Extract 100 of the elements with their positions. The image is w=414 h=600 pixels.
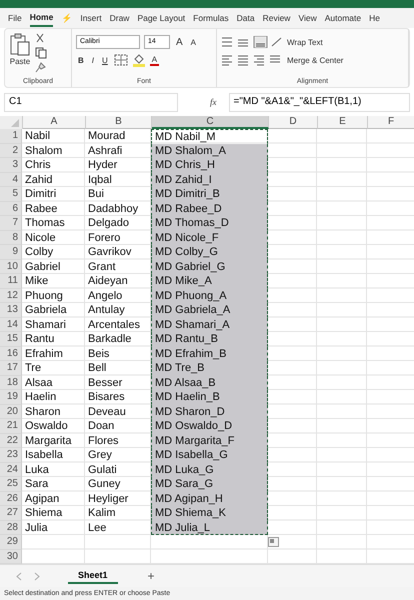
add-sheet-button[interactable]: + (146, 569, 157, 583)
row-header[interactable]: 18 (0, 376, 22, 390)
font-style-button[interactable]: U (100, 56, 110, 64)
font-color-button[interactable]: A (150, 54, 160, 66)
ribbon-tab[interactable]: View (298, 10, 317, 26)
align-icon[interactable] (221, 36, 283, 48)
table-cell-text: Shiema (24, 506, 64, 520)
column-header[interactable]: B (86, 116, 152, 129)
name-box[interactable]: C1 (4, 92, 178, 112)
row-header[interactable]: 13 (0, 303, 22, 318)
table-cell-text: Besser (87, 376, 124, 390)
row-header[interactable]: 16 (0, 346, 22, 361)
table-cell: MD Haelin_B (151, 390, 268, 404)
ribbon-tab[interactable]: Page Layout (137, 10, 186, 26)
table-cell: MD Chris_H (151, 158, 268, 172)
row-header[interactable]: 23 (0, 448, 22, 462)
row-header[interactable]: 15 (0, 332, 22, 346)
row-header[interactable]: 4 (0, 172, 22, 187)
row-header[interactable]: 21 (0, 419, 22, 434)
table-cell: MD Mike_A (151, 274, 268, 288)
wrap-text-button[interactable]: Wrap Text (287, 38, 323, 46)
table-cell-text: Dadabhoy (87, 202, 140, 216)
table-cell-text: Agipan (24, 492, 60, 506)
row-header[interactable]: 27 (0, 506, 22, 520)
table-cell: MD Shalom_A (151, 144, 268, 158)
font-style-button[interactable]: B (76, 56, 86, 64)
table-cell: MD Julia_L (151, 520, 268, 535)
row-header[interactable]: 1 (0, 129, 22, 144)
scissors-icon[interactable] (35, 33, 45, 44)
paste-button[interactable]: Paste (9, 33, 31, 73)
row-header[interactable]: 14 (0, 318, 22, 332)
sheet-tab[interactable]: Sheet1 (68, 568, 118, 584)
table-cell-text: Mike (24, 274, 50, 288)
table-cell: MD Colby_G (151, 245, 268, 260)
ribbon-tab[interactable]: Data (236, 10, 255, 26)
fill-bucket-icon[interactable] (132, 54, 146, 66)
row-header[interactable]: 6 (0, 202, 22, 216)
font-style-button[interactable]: I (90, 56, 96, 64)
merge-center-button[interactable]: Merge & Center (287, 56, 344, 64)
ribbon-tab[interactable]: Review (262, 10, 290, 26)
column-header[interactable]: A (23, 116, 86, 129)
table-cell: MD Phuong_A (151, 288, 268, 303)
row-header[interactable]: 2 (0, 144, 22, 158)
ribbon-tab[interactable]: Draw (110, 10, 130, 26)
copy-icon[interactable] (35, 47, 47, 59)
row-header[interactable]: 25 (0, 477, 22, 492)
row-header[interactable]: 9 (0, 245, 22, 260)
table-cell-text: Arcentales (87, 318, 141, 332)
fx-label[interactable]: fx (182, 97, 224, 107)
ribbon-tab[interactable]: Formulas (193, 10, 229, 26)
table-cell-text: Gabriela (24, 303, 68, 318)
column-header[interactable]: C (152, 116, 269, 129)
row-header[interactable]: 22 (0, 434, 22, 448)
table-cell-text: Guney (87, 477, 122, 492)
table-cell-text: Grant (87, 260, 117, 274)
row-header[interactable]: 10 (0, 260, 22, 274)
table-cell: MD Oswaldo_D (151, 419, 268, 434)
table-cell-text: Hyder (87, 158, 118, 172)
row-header[interactable]: 24 (0, 462, 22, 477)
ribbon-tab[interactable]: He (369, 10, 380, 26)
row-header[interactable]: 26 (0, 492, 22, 506)
table-cell-text: Zahid (24, 172, 54, 187)
table-cell-text: Haelin (24, 390, 58, 404)
ribbon-tab[interactable]: File (8, 10, 22, 26)
grow-font-button[interactable]: A (174, 36, 185, 48)
row-header[interactable]: 17 (0, 361, 22, 376)
row-header[interactable]: 28 (0, 520, 22, 535)
column-header[interactable]: D (269, 116, 318, 129)
paste-options-icon[interactable] (268, 537, 279, 547)
table-cell-text: Gulati (87, 462, 118, 477)
borders-icon[interactable] (114, 54, 128, 66)
table-cell: MD Margarita_F (151, 434, 268, 448)
column-header[interactable]: E (318, 116, 368, 129)
shrink-font-button[interactable]: A (188, 38, 198, 46)
table-cell: MD Rabee_D (151, 202, 268, 216)
brush-icon[interactable] (35, 62, 46, 73)
table-cell: MD Shamari_A (151, 318, 268, 332)
ribbon-tab[interactable]: Automate (324, 10, 362, 26)
row-header[interactable]: 12 (0, 288, 22, 303)
table-cell-text: Antulay (87, 303, 126, 318)
align-icon[interactable] (221, 54, 283, 66)
row-header[interactable]: 11 (0, 274, 22, 288)
ribbon-tab[interactable]: Insert (80, 10, 102, 26)
row-header[interactable]: 5 (0, 187, 22, 202)
row-header[interactable]: 7 (0, 216, 22, 230)
row-header[interactable]: 29 (0, 535, 22, 550)
table-cell-text: Deveau (87, 404, 127, 419)
formula-field[interactable]: ="MD "&A1&"_"&LEFT(B1,1) (228, 92, 410, 112)
table-cell: MD Dimitri_B (151, 187, 268, 202)
table-cell: MD Sharon_D (151, 404, 268, 419)
table-cell-text: Iqbal (87, 172, 113, 187)
table-cell: MD Gabriel_G (151, 260, 268, 274)
table-cell: MD Shiema_K (151, 506, 268, 520)
row-header[interactable]: 30 (0, 550, 22, 564)
column-header[interactable]: F (368, 116, 414, 129)
row-header[interactable]: 20 (0, 404, 22, 419)
table-cell-text: Efrahim (24, 346, 64, 361)
row-header[interactable]: 8 (0, 230, 22, 245)
row-header[interactable]: 3 (0, 158, 22, 172)
row-header[interactable]: 19 (0, 390, 22, 404)
